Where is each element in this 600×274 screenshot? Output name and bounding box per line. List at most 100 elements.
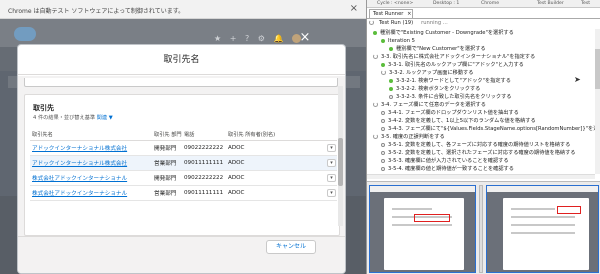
passed-status-icon	[389, 78, 393, 83]
table-row: 株式会社アドックインターナショナル 開発部門 09022222222 ADOC …	[30, 171, 337, 186]
infobar-close-icon[interactable]: ×	[350, 3, 358, 15]
test-step-item[interactable]: 3-4. フェーズ欄にて任意のデータを選択する	[373, 101, 486, 109]
pending-status-icon	[381, 158, 385, 163]
test-step-label: 3-5-4. 確度欄の値と期待値が一致することを確認する	[388, 166, 514, 172]
lookup-search-input[interactable]	[24, 78, 338, 87]
test-step-item[interactable]: 3-5-1. 変数を定義して、各フェーズに対応する確度の期待値リストを格納する	[381, 141, 570, 149]
passed-status-icon	[389, 86, 393, 91]
test-step-label: 3-5. 確度の正誤判断をする	[381, 134, 445, 140]
test-run-header[interactable]: Test Run (19) running ...	[369, 20, 597, 28]
pending-status-icon	[381, 142, 385, 147]
test-step-label: 3-3-2. ルックアップ画面に移動する	[389, 70, 474, 76]
row-actions-chevron-icon[interactable]: ▾	[327, 174, 336, 182]
screenshot-thumbnail[interactable]	[369, 185, 476, 273]
account-name-link[interactable]: 株式会社アドックインターナショナル	[30, 174, 154, 182]
pending-status-icon	[389, 94, 393, 99]
test-step-item[interactable]: 3-4-3. フェーズ欄にて"${Values.Fields.StageName…	[381, 125, 595, 133]
running-spinner-icon	[373, 54, 378, 59]
test-run-label: Test Run (19)	[379, 20, 414, 26]
test-step-item[interactable]: 3-5-3. 確度欄に値が入力されていることを確認する	[381, 157, 509, 165]
modal-close-icon[interactable]: ×	[298, 31, 312, 45]
row-actions-chevron-icon[interactable]: ▾	[327, 144, 336, 152]
modal-scrollbar[interactable]	[338, 86, 343, 226]
tree-scrollbar[interactable]	[595, 29, 600, 174]
screenshot-thumbnails	[367, 181, 600, 274]
mouse-cursor-icon: ➤	[574, 75, 581, 84]
infobar-message: Chrome は自動テスト ソフトウェアによって制御されています。	[8, 8, 185, 15]
test-step-label: 3-4-3. フェーズ欄にて"${Values.Fields.StageName…	[388, 126, 595, 132]
account-phone: 09022222222	[184, 175, 224, 181]
account-owner-alias: ADOC	[228, 175, 245, 181]
global-actions-icon[interactable]: +	[230, 34, 237, 43]
row-actions-chevron-icon[interactable]: ▾	[327, 189, 336, 197]
sort-chevron-icon[interactable]: ▼	[109, 115, 113, 121]
pending-status-icon	[381, 110, 385, 115]
results-table: 取引先名 取引先 部門 電話 取引先 所有者(別名) アドックインターナショナル…	[30, 129, 337, 201]
results-card-title: 取引先	[33, 104, 54, 112]
test-builder-status-bar: Cycle : <none> Desktop : 1 Chrome Test B…	[367, 0, 600, 8]
test-step-item[interactable]: 3-3-2-3. 条件に合致した取引先名をクリックする	[389, 93, 512, 101]
row-actions-chevron-icon[interactable]: ▾	[327, 159, 336, 167]
column-header-owner-alias[interactable]: 取引先 所有者(別名)	[228, 131, 327, 138]
column-header-department[interactable]: 取引先 部門	[154, 131, 184, 138]
pending-status-icon	[381, 166, 385, 171]
test-step-item[interactable]: 3-3. 取引先名に株式会社アドックインターナショナル"を指定する	[373, 53, 535, 61]
modal-title: 取引先名	[18, 45, 345, 75]
passed-status-icon	[389, 46, 393, 51]
tab-close-icon[interactable]: ×	[407, 11, 411, 17]
test-step-item[interactable]: 3-3-2-1. 検索ワードとして"アドック"を指定する	[389, 77, 511, 85]
table-row: アドックインターナショナル株式会社 開発部門 09022222222 ADOC …	[30, 141, 337, 156]
favorites-icon[interactable]: ★	[214, 34, 221, 43]
scrollbar-thumb[interactable]	[595, 49, 600, 89]
background-tile	[346, 76, 360, 88]
test-step-label: 3-3-2-3. 条件に合致した取引先名をクリックする	[396, 94, 512, 100]
test-step-item[interactable]: 3-5-4. 確度欄の値と期待値が一致することを確認する	[381, 165, 514, 173]
passed-status-icon	[381, 38, 385, 43]
test-step-item[interactable]: Iteration 5	[381, 37, 415, 45]
thumbnail-divider	[479, 185, 483, 273]
setup-gear-icon[interactable]: ⚙	[258, 34, 265, 43]
running-spinner-icon	[373, 134, 378, 139]
test-step-item[interactable]: 種別欄で"New Customer"を選択する	[389, 45, 486, 53]
test-step-label: 種別欄で"New Customer"を選択する	[396, 46, 486, 52]
account-name-link[interactable]: アドックインターナショナル株式会社	[30, 159, 154, 167]
results-count-text: 4 件の結果・並び替え基準	[33, 115, 97, 121]
results-card: 取引先 4 件の結果・並び替え基準 関連 ▼ 取引先名 取引先 部門 電話 取引…	[24, 94, 340, 236]
modal-body: 取引先 4 件の結果・並び替え基準 関連 ▼ 取引先名 取引先 部門 電話 取引…	[18, 76, 345, 236]
test-step-label: Iteration 5	[388, 38, 415, 44]
cycle-indicator: Cycle : <none>	[377, 1, 414, 6]
pending-status-icon	[381, 126, 385, 131]
test-step-tree: 種別欄で"Existing Customer - Downgrade"を選択する…	[367, 29, 595, 174]
sort-by-link[interactable]: 関連	[97, 115, 107, 121]
test-step-item[interactable]: 3-4-1. フェーズ欄のドロップダウンリスト値を抽出する	[381, 109, 519, 117]
help-icon[interactable]: ?	[245, 34, 249, 43]
account-name-link[interactable]: 株式会社アドックインターナショナル	[30, 189, 154, 197]
test-step-item[interactable]: 種別欄で"Existing Customer - Downgrade"を選択する	[373, 29, 514, 37]
test-step-label: 3-3-2-2. 検索ボタンをクリックする	[396, 86, 481, 92]
test-step-item[interactable]: 3-3-2-2. 検索ボタンをクリックする	[389, 85, 480, 93]
test-step-item[interactable]: 3-5. 確度の正誤判断をする	[373, 133, 445, 141]
tab-test-runner[interactable]: Test Runner ×	[369, 9, 413, 18]
notifications-bell-icon[interactable]: 🔔	[273, 34, 283, 43]
test-step-item[interactable]: 3-3-1. 取引先名のルックアップ欄に"アドック"と入力する	[381, 61, 524, 69]
cancel-button[interactable]: キャンセル	[266, 240, 316, 254]
table-row: 株式会社アドックインターナショナル 営業部門 09011111111 ADOC …	[30, 186, 337, 201]
test-step-item[interactable]: 3-3-2. ルックアップ画面に移動する	[381, 69, 473, 77]
test-step-item[interactable]: 3-5-2. 変数を定義して、選択されたフェーズに対応する確度の期待値を格納する	[381, 149, 575, 157]
scrollbar-thumb[interactable]	[338, 138, 343, 186]
column-header-phone[interactable]: 電話	[184, 131, 228, 138]
account-name-link[interactable]: アドックインターナショナル株式会社	[30, 144, 154, 152]
browser-indicator: Chrome	[481, 1, 500, 6]
test-step-item[interactable]: 3-4-2. 変数を定義して、1以上5以下のランダムな値を格納する	[381, 117, 536, 125]
pending-status-icon	[381, 150, 385, 155]
tree-horizontal-scrollbar[interactable]	[367, 174, 595, 179]
account-department: 開発部門	[154, 146, 177, 152]
account-lookup-modal: 取引先名 取引先 4 件の結果・並び替え基準 関連 ▼ 取引先名 取引先 部門 …	[18, 45, 345, 273]
column-header-account-name[interactable]: 取引先名	[30, 131, 154, 138]
screenshot-thumbnail[interactable]	[486, 185, 599, 273]
account-phone: 09011111111	[184, 160, 224, 166]
app-name: Test Builder	[537, 1, 564, 6]
browser-window: Chrome は自動テスト ソフトウェアによって制御されています。 × ★ + …	[0, 0, 366, 274]
test-builder-panel: Cycle : <none> Desktop : 1 Chrome Test B…	[366, 0, 600, 274]
passed-status-icon	[373, 30, 377, 35]
